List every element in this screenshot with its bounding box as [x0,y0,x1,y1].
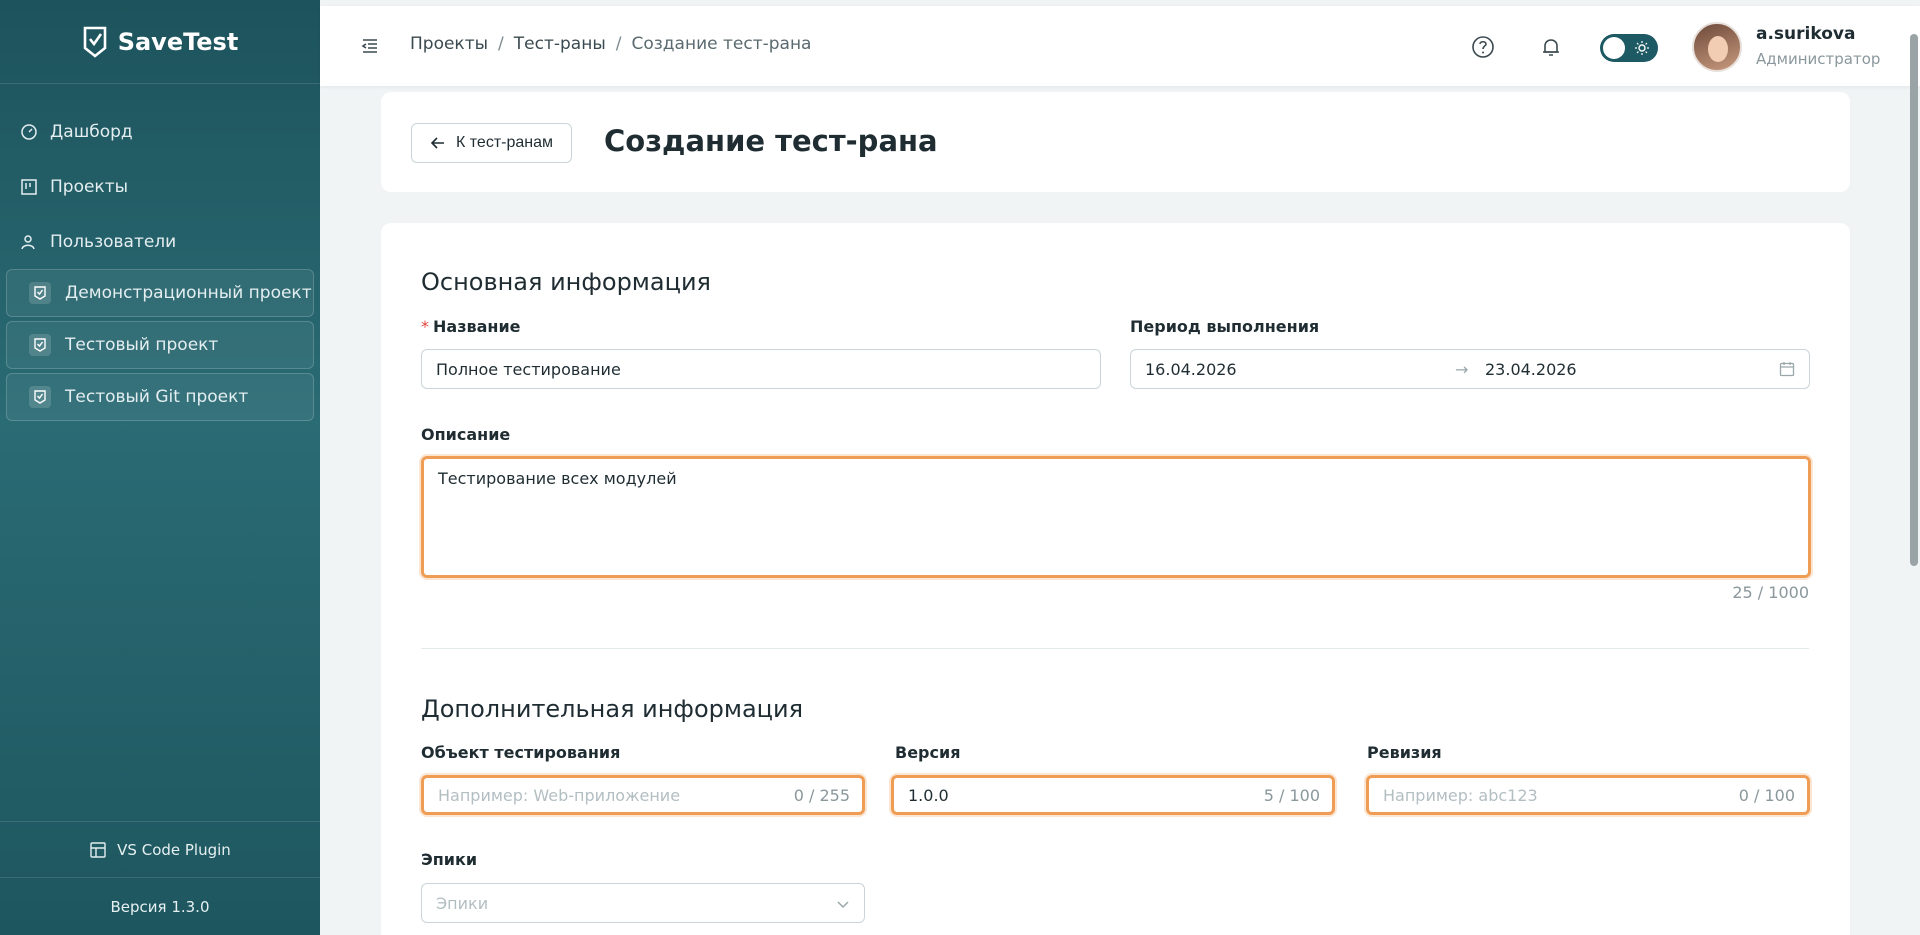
project-icon [29,334,51,356]
description-textarea[interactable]: Тестирование всех модулей [421,456,1811,578]
avatar[interactable] [1692,22,1742,72]
test-run-form: Основная информация * Название Полное тес… [381,223,1850,935]
description-label: Описание [421,425,511,444]
name-label: * Название [421,317,521,336]
vscode-plugin-link[interactable]: VS Code Plugin [0,821,320,877]
back-to-test-runs-button[interactable]: К тест-ранам [411,123,572,163]
nav-label: Проекты [50,176,129,197]
page-scrollbar-thumb[interactable] [1910,34,1918,566]
breadcrumb: Проекты / Тест-раны / Создание тест-рана [410,34,811,54]
description-counter: 25 / 1000 [1732,583,1809,602]
project-icon [29,282,51,304]
extra-info-heading: Дополнительная информация [421,695,804,723]
calendar-icon[interactable] [1779,361,1795,377]
page-title-card: К тест-ранам Создание тест-рана [381,92,1850,192]
kanban-icon [21,178,37,195]
test-object-placeholder: Например: Web-приложение [438,785,681,805]
project-label: Тестовый проект [65,335,219,355]
version-counter: 5 / 100 [1263,785,1320,805]
nav-item-users[interactable]: Пользователи [0,214,320,269]
period-range-picker[interactable]: 16.04.2026 → 23.04.2026 [1130,349,1810,389]
arrow-left-icon [430,137,444,149]
revision-input[interactable]: Например: abc123 0 / 100 [1366,775,1810,815]
period-end-input[interactable]: 23.04.2026 [1485,360,1577,379]
dashboard-icon [21,123,37,140]
sun-icon [1635,41,1649,55]
main-info-heading: Основная информация [421,268,711,296]
version-value: 1.0.0 [908,785,949,805]
sidebar-project-demo[interactable]: Демонстрационный проект [6,269,314,317]
breadcrumb-projects[interactable]: Проекты [410,34,488,54]
test-object-counter: 0 / 255 [793,785,850,805]
page-title: Создание тест-рана [604,124,938,158]
period-start-input[interactable]: 16.04.2026 [1145,360,1455,379]
nav-item-dashboard[interactable]: Дашборд [0,104,320,159]
breadcrumb-separator: / [498,34,504,54]
bell-icon[interactable] [1538,34,1564,60]
breadcrumb-current: Создание тест-рана [631,34,812,54]
test-object-label: Объект тестирования [421,743,621,762]
project-icon [29,386,51,408]
help-icon[interactable] [1470,34,1496,60]
users-icon [21,234,35,249]
revision-label: Ревизия [1367,743,1442,762]
revision-placeholder: Например: abc123 [1383,785,1538,805]
top-header: Проекты / Тест-раны / Создание тест-рана… [320,6,1920,86]
app-version: Версия 1.3.0 [0,877,320,935]
logo[interactable]: SaveTest [0,0,320,84]
name-input[interactable]: Полное тестирование [421,349,1101,389]
project-label: Демонстрационный проект [65,283,312,303]
toggle-knob [1603,37,1625,59]
name-label-text: Название [433,317,521,336]
description-value: Тестирование всех модулей [438,469,677,488]
project-label: Тестовый Git проект [65,387,249,407]
chevron-down-icon [837,901,849,909]
sidebar-project-test[interactable]: Тестовый проект [6,321,314,369]
user-name: a.surikova [1756,24,1856,44]
version-input[interactable]: 1.0.0 5 / 100 [891,775,1335,815]
period-label: Период выполнения [1130,317,1320,336]
breadcrumb-test-runs[interactable]: Тест-раны [514,34,606,54]
theme-toggle[interactable] [1600,34,1658,62]
nav-label: Дашборд [50,121,133,142]
plugin-label: VS Code Plugin [117,840,231,859]
nav-label: Пользователи [50,231,177,252]
epics-label: Эпики [421,850,478,869]
test-object-input[interactable]: Например: Web-приложение 0 / 255 [421,775,865,815]
sidebar-project-git[interactable]: Тестовый Git проект [6,373,314,421]
app-name: SaveTest [117,27,239,56]
savetest-logo-icon [83,26,106,58]
name-value: Полное тестирование [436,359,621,379]
range-arrow-icon: → [1455,359,1469,379]
revision-counter: 0 / 100 [1738,785,1795,805]
breadcrumb-separator: / [615,34,622,54]
version-label: Версия [895,743,961,762]
section-divider [421,648,1809,649]
sidebar-footer: VS Code Plugin Версия 1.3.0 [0,821,320,935]
epics-select[interactable]: Эпики [421,883,865,923]
plugin-icon [90,841,106,858]
menu-collapse-icon[interactable] [360,36,380,56]
user-role: Администратор [1756,50,1881,68]
required-mark: * [421,317,429,336]
back-button-label: К тест-ранам [456,134,553,151]
nav-item-projects[interactable]: Проекты [0,159,320,214]
main-nav: Дашборд Проекты Пользователи Демонстраци… [0,84,320,421]
sidebar: SaveTest Дашборд Проекты Пользователи Де… [0,0,320,935]
epics-placeholder: Эпики [436,893,489,913]
